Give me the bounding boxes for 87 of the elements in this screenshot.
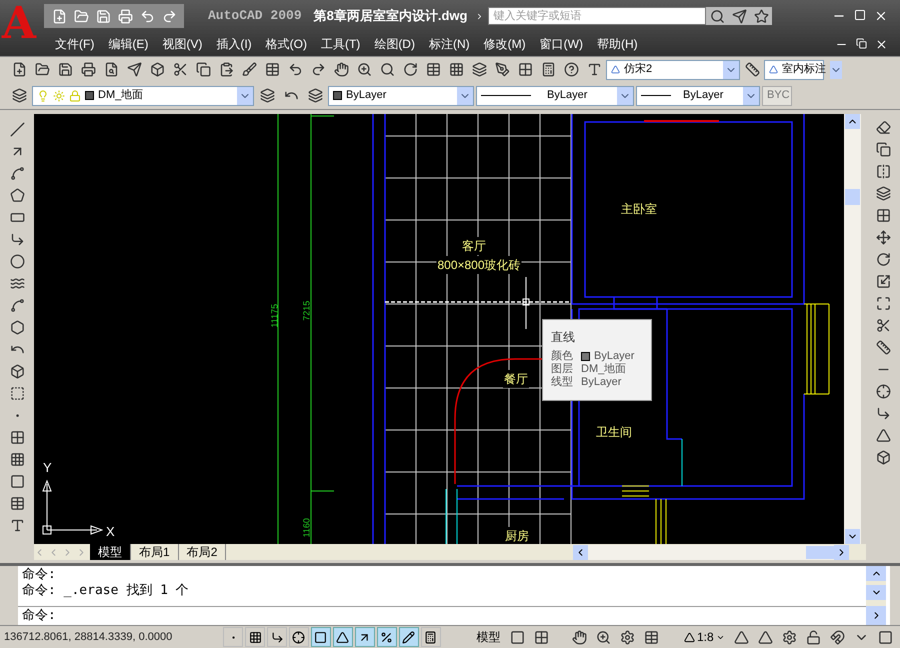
lineweight-dropdown[interactable]: ByLayer	[636, 86, 760, 106]
room-label: 800×800玻化砖	[436, 256, 522, 274]
command-history-line: 命令: _.erase 找到 1 个	[22, 583, 190, 599]
ortho-toggle[interactable]	[267, 627, 287, 647]
scroll-up-icon[interactable]	[866, 566, 886, 581]
app-name: AutoCAD 2009	[208, 7, 302, 26]
lineweight-toggle[interactable]	[398, 627, 419, 647]
color-value: ByLayer	[346, 88, 386, 104]
color-dropdown[interactable]: ByLayer	[328, 86, 474, 106]
scroll-right-icon[interactable]	[834, 544, 849, 560]
layer-value: DM_地面	[98, 88, 144, 104]
linetype-value: ByLayer	[547, 88, 588, 104]
model-space-button[interactable]: 模型	[472, 628, 505, 646]
menu-item[interactable]: 绘图(D)	[367, 35, 422, 53]
close-icon[interactable]	[874, 9, 888, 23]
room-label: 厨房	[504, 527, 530, 544]
dimension-style-value: 室内标注	[782, 62, 826, 78]
tooltip-label: 图层	[551, 363, 573, 376]
room-label: 餐厅	[503, 370, 529, 388]
grid-icon	[248, 630, 262, 644]
crosshair-cursor-icon	[521, 277, 531, 329]
color-swatch	[581, 352, 590, 361]
snap-toggle[interactable]	[223, 627, 244, 647]
ducs-toggle[interactable]	[354, 627, 375, 647]
tooltip-label: 线型	[551, 376, 573, 389]
line-sample-icon	[641, 95, 671, 96]
scroll-thumb[interactable]	[806, 546, 834, 558]
search-field[interactable]: 键入关键字或短语	[488, 7, 706, 25]
layout-tab[interactable]: 模型	[90, 544, 131, 560]
horizontal-scrollbar[interactable]	[573, 544, 849, 560]
scroll-down-icon[interactable]	[866, 585, 886, 600]
osnap-toggle[interactable]	[310, 627, 331, 647]
scroll-up-icon[interactable]	[845, 114, 860, 129]
vertical-scrollbar[interactable]	[844, 114, 861, 544]
lineweight-value: ByLayer	[683, 88, 724, 104]
scroll-left-icon[interactable]	[573, 544, 588, 560]
document-title: 第8章两居室室内设计.dwg	[314, 7, 468, 26]
menu-item[interactable]: 标注(N)	[422, 35, 477, 53]
tooltip-value: ByLayer	[594, 350, 634, 363]
menu-item[interactable]: 帮助(H)	[590, 35, 645, 53]
dimension-text: 11175	[268, 304, 280, 328]
ucs-axes-icon	[41, 479, 103, 536]
polar-toggle[interactable]	[288, 627, 309, 647]
scroll-down-icon[interactable]	[845, 529, 860, 544]
color-swatch	[85, 91, 94, 100]
sun-icon	[53, 90, 65, 102]
quick-properties-icon	[424, 630, 438, 644]
annotation-scale-button[interactable]: 1:8	[680, 628, 729, 646]
x-axis-label: X	[106, 523, 115, 541]
tooltip-value: DM_地面	[581, 363, 626, 376]
room-label: 卫生间	[595, 423, 633, 441]
dynamic-input-toggle[interactable]	[376, 627, 397, 647]
osnap-icon	[314, 630, 328, 644]
menu-item[interactable]: 文件(F)	[48, 35, 102, 53]
layer-dropdown[interactable]: DM_地面	[32, 86, 254, 106]
lightbulb-icon	[37, 90, 49, 102]
line-sample-icon	[481, 95, 531, 96]
maximize-icon[interactable]	[854, 9, 866, 21]
otrack-toggle[interactable]	[332, 627, 353, 647]
menu-item[interactable]: 视图(V)	[155, 35, 210, 53]
dimension-text: 1160	[300, 518, 312, 538]
quick-properties-toggle[interactable]	[420, 627, 441, 647]
menu-item[interactable]: 格式(O)	[258, 35, 314, 53]
menu-item[interactable]: 工具(T)	[314, 35, 368, 53]
text-style-value: 仿宋2	[624, 62, 652, 78]
lineweight-icon	[402, 630, 416, 644]
tooltip-label: 颜色	[551, 350, 573, 363]
y-axis-label: Y	[43, 459, 52, 477]
menu-item[interactable]: 插入(I)	[209, 35, 259, 53]
menu-item[interactable]: 修改(M)	[476, 35, 533, 53]
scroll-thumb[interactable]	[845, 189, 860, 205]
grid-toggle[interactable]	[245, 627, 266, 647]
lock-icon	[69, 90, 81, 102]
menu-item[interactable]: 窗口(W)	[532, 35, 590, 53]
linetype-dropdown[interactable]: ByLayer	[476, 86, 634, 106]
color-swatch	[333, 91, 342, 100]
command-history-line: 命令:	[22, 567, 57, 583]
command-prompt: 命令:	[21, 607, 56, 625]
text-style-dropdown[interactable]: 仿宋2	[606, 60, 740, 80]
coordinates-readout: 136712.8061, 28814.3339, 0.0000	[4, 630, 174, 645]
document-restore-icon[interactable]	[856, 38, 867, 48]
room-label: 客厅	[461, 237, 487, 255]
tooltip-value: ByLayer	[581, 376, 622, 389]
tooltip-title: 直线	[551, 329, 576, 346]
menu-item[interactable]: 编辑(E)	[101, 35, 156, 53]
document-close-icon[interactable]	[875, 38, 888, 50]
dimension-text: 7215	[300, 300, 312, 321]
